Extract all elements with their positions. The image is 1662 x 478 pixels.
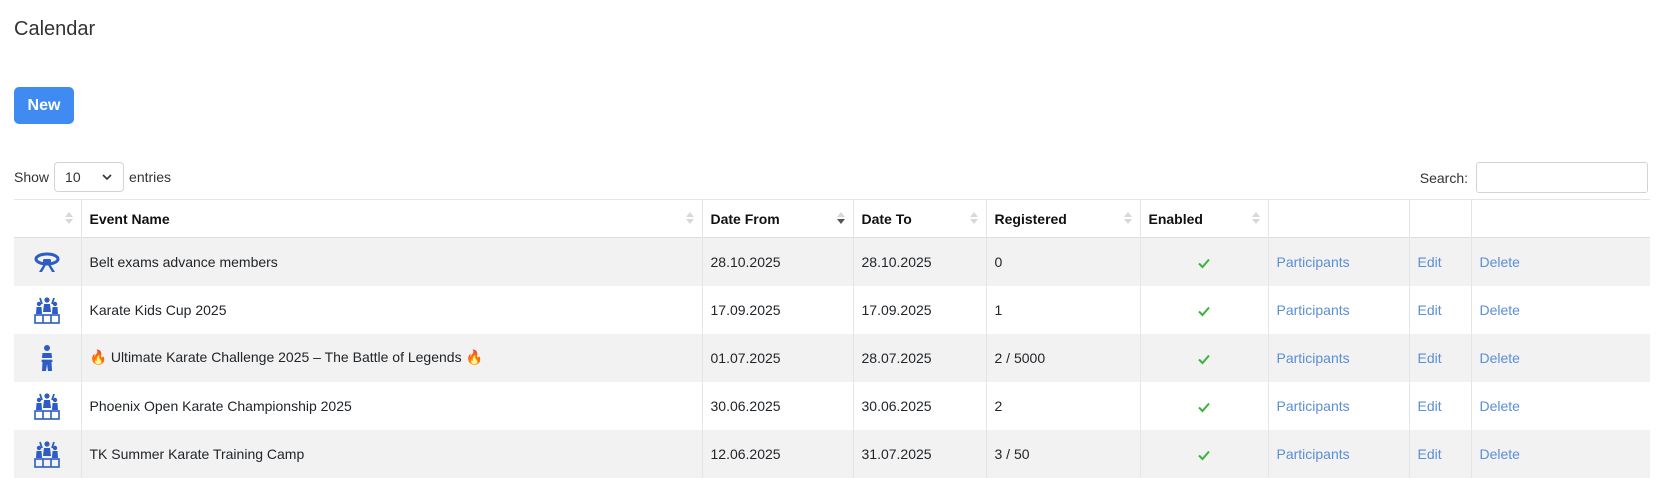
registered-count: 0 xyxy=(985,237,1140,286)
enabled-cell xyxy=(1139,429,1268,478)
delete-link[interactable]: Delete xyxy=(1480,254,1520,270)
table-row: 🔥 Ultimate Karate Challenge 2025 – The B… xyxy=(14,333,1650,382)
check-icon xyxy=(1198,354,1210,365)
delete-link[interactable]: Delete xyxy=(1480,302,1520,318)
registered-count: 2 xyxy=(985,381,1140,430)
edit-link[interactable]: Edit xyxy=(1418,302,1442,318)
sort-icon xyxy=(969,212,978,224)
edit-link[interactable]: Edit xyxy=(1418,446,1442,462)
sort-desc-icon xyxy=(836,212,845,224)
new-button[interactable]: New xyxy=(14,87,74,124)
table-row: Belt exams advance members 28.10.2025 28… xyxy=(14,237,1650,286)
registered-count: 2 / 5000 xyxy=(985,333,1140,382)
enabled-cell xyxy=(1139,333,1268,382)
participants-link[interactable]: Participants xyxy=(1277,398,1350,414)
registered-count: 1 xyxy=(985,285,1140,334)
date-to: 30.06.2025 xyxy=(852,381,986,430)
entries-select[interactable]: 10 xyxy=(54,162,125,192)
header-edit xyxy=(1408,199,1471,238)
search-label: Search: xyxy=(1419,169,1468,186)
participants-link[interactable]: Participants xyxy=(1277,350,1350,366)
edit-link[interactable]: Edit xyxy=(1418,398,1442,414)
header-enabled[interactable]: Enabled xyxy=(1139,199,1268,238)
sort-icon xyxy=(1123,212,1132,224)
participants-link[interactable]: Participants xyxy=(1277,302,1350,318)
check-icon xyxy=(1198,450,1210,461)
entries-select-value: 10 xyxy=(65,169,81,185)
enabled-cell xyxy=(1139,381,1268,430)
karateka-icon xyxy=(41,344,53,371)
sort-icon xyxy=(1251,212,1260,224)
search-control: Search: xyxy=(1420,162,1648,193)
entries-label: entries xyxy=(129,169,172,185)
sort-icon xyxy=(64,212,73,224)
check-icon xyxy=(1198,306,1210,317)
header-delete xyxy=(1470,199,1650,238)
edit-link[interactable]: Edit xyxy=(1418,254,1442,270)
check-icon xyxy=(1198,258,1210,269)
event-name: Belt exams advance members xyxy=(80,237,702,286)
header-participants xyxy=(1267,199,1409,238)
event-icon-cell xyxy=(14,286,81,334)
delete-link[interactable]: Delete xyxy=(1480,446,1520,462)
event-name: TK Summer Karate Training Camp xyxy=(80,429,702,478)
entries-length-control: Show 10 entries xyxy=(14,162,171,192)
header-date-from[interactable]: Date From xyxy=(701,199,853,238)
date-to: 28.07.2025 xyxy=(852,333,986,382)
event-name-cell: 🔥 Ultimate Karate Challenge 2025 – The B… xyxy=(80,333,702,382)
page-title: Calendar xyxy=(14,18,96,40)
event-icon-cell xyxy=(14,382,81,430)
show-label: Show xyxy=(14,169,50,185)
events-table: Event Name Date From Date To Registered … xyxy=(14,199,1650,478)
date-from: 30.06.2025 xyxy=(701,381,853,430)
enabled-cell xyxy=(1139,285,1268,334)
table-row: TK Summer Karate Training Camp 12.06.202… xyxy=(14,429,1650,478)
registered-count: 3 / 50 xyxy=(985,429,1140,478)
enabled-cell xyxy=(1139,237,1268,286)
date-from: 28.10.2025 xyxy=(701,237,853,286)
check-icon xyxy=(1198,402,1210,413)
belt-icon xyxy=(34,252,60,272)
header-registered[interactable]: Registered xyxy=(985,199,1140,238)
date-from: 01.07.2025 xyxy=(701,333,853,382)
podium-group-icon xyxy=(34,392,61,420)
date-from: 12.06.2025 xyxy=(701,429,853,478)
event-icon-cell xyxy=(14,430,81,478)
header-event-name[interactable]: Event Name xyxy=(80,199,702,238)
event-name: Karate Kids Cup 2025 xyxy=(80,285,702,334)
event-icon-cell xyxy=(14,238,81,286)
sort-icon xyxy=(685,212,694,224)
edit-link[interactable]: Edit xyxy=(1418,350,1442,366)
delete-link[interactable]: Delete xyxy=(1480,350,1520,366)
search-input[interactable] xyxy=(1476,162,1648,193)
podium-group-icon xyxy=(34,296,61,324)
participants-link[interactable]: Participants xyxy=(1277,446,1350,462)
delete-link[interactable]: Delete xyxy=(1480,398,1520,414)
date-to: 31.07.2025 xyxy=(852,429,986,478)
event-name: Phoenix Open Karate Championship 2025 xyxy=(80,381,702,430)
table-header-row: Event Name Date From Date To Registered … xyxy=(14,199,1650,238)
table-row: Karate Kids Cup 2025 17.09.2025 17.09.20… xyxy=(14,285,1650,334)
participants-link[interactable]: Participants xyxy=(1277,254,1350,270)
date-to: 28.10.2025 xyxy=(852,237,986,286)
header-icon-column[interactable] xyxy=(14,200,81,238)
fire-icon: 🔥 xyxy=(465,349,483,365)
event-name: Ultimate Karate Challenge 2025 – The Bat… xyxy=(110,349,462,365)
event-icon-cell xyxy=(14,334,81,382)
fire-icon: 🔥 xyxy=(89,349,107,365)
table-row: Phoenix Open Karate Championship 2025 30… xyxy=(14,381,1650,430)
header-date-to[interactable]: Date To xyxy=(852,199,986,238)
date-from: 17.09.2025 xyxy=(701,285,853,334)
podium-group-icon xyxy=(34,440,61,468)
date-to: 17.09.2025 xyxy=(852,285,986,334)
chevron-down-icon xyxy=(102,174,112,181)
